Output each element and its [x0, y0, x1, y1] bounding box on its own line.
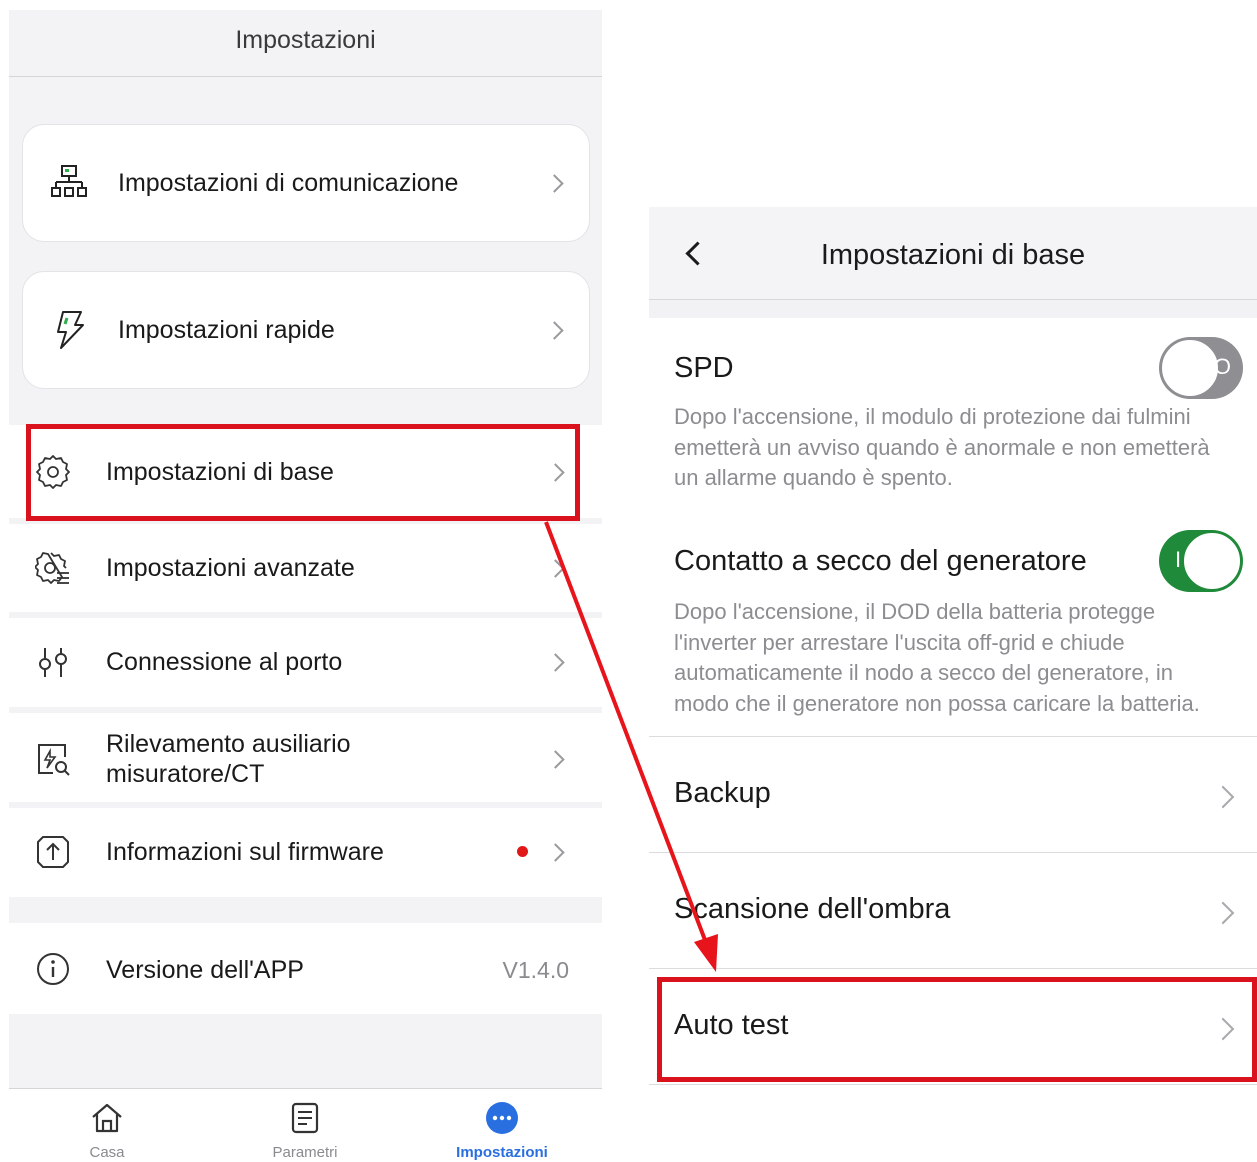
toggle-symbol: O: [1213, 354, 1231, 379]
chevron-right-icon: [546, 559, 565, 578]
toggle-knob: [1162, 340, 1218, 396]
basic-settings-row[interactable]: Impostazioni di base: [9, 425, 602, 518]
nav-bar: Impostazioni di base: [649, 207, 1257, 300]
card-label: Impostazioni rapide: [118, 316, 335, 344]
setting-title: SPD: [674, 352, 734, 384]
port-icon: [39, 648, 67, 677]
advanced-settings-row[interactable]: Impostazioni avanzate: [9, 524, 602, 612]
firmware-info-row[interactable]: Informazioni sul firmware: [9, 808, 602, 897]
spd-setting: SPD O Dopo l'accensione, il modulo di pr…: [649, 318, 1257, 512]
document-icon: [291, 1102, 319, 1134]
row-label: Backup: [674, 777, 771, 809]
chevron-right-icon: [1211, 901, 1235, 925]
tab-casa[interactable]: Casa: [32, 1089, 182, 1162]
basic-settings-screen: Impostazioni di base SPD O Dopo l'accens…: [649, 207, 1257, 1085]
app-version-row: Versione dell'APP V1.4.0: [9, 923, 602, 1014]
more-icon: [486, 1102, 518, 1134]
chevron-right-icon: [1211, 785, 1235, 809]
generator-toggle[interactable]: I: [1159, 530, 1243, 592]
page-title: Impostazioni: [235, 26, 376, 54]
chevron-right-icon: [546, 463, 565, 482]
row-label: Scansione dell'ombra: [674, 893, 951, 925]
generator-contact-setting: Contatto a secco del generatore I Dopo l…: [649, 511, 1257, 737]
page-title: Impostazioni di base: [820, 239, 1086, 271]
row-label: Impostazioni di base: [106, 458, 334, 486]
tab-parametri[interactable]: Parametri: [230, 1089, 380, 1162]
row-label: Auto test: [674, 1009, 789, 1041]
tab-label: Parametri: [272, 1144, 338, 1161]
settings-screen: Impostazioni Impostazioni di comunicazio…: [9, 10, 602, 1162]
communication-settings-card[interactable]: Impostazioni di comunicazione: [22, 124, 590, 242]
title-bar: Impostazioni: [9, 10, 602, 77]
port-connection-row[interactable]: Connessione al porto: [9, 618, 602, 707]
advanced-gear-icon: [35, 552, 69, 584]
bottom-tab-bar: Casa Parametri Impostazioni: [9, 1088, 602, 1162]
firmware-upload-icon: [37, 836, 69, 868]
row-label: Impostazioni avanzate: [106, 554, 355, 582]
spd-toggle[interactable]: O: [1159, 337, 1243, 399]
meter-search-icon: [38, 744, 70, 776]
setting-title: Contatto a secco del generatore: [674, 545, 1087, 577]
setting-description: Dopo l'accensione, il DOD della batteria…: [674, 599, 1200, 716]
setting-description: Dopo l'accensione, il modulo di protezio…: [674, 404, 1210, 490]
info-icon: [37, 953, 69, 985]
app-version-value: V1.4.0: [502, 957, 570, 983]
network-icon: [51, 165, 87, 197]
shadow-scan-row[interactable]: Scansione dell'ombra: [649, 853, 1257, 969]
tab-label: Impostazioni: [456, 1144, 548, 1161]
tab-impostazioni[interactable]: Impostazioni: [427, 1089, 577, 1162]
row-label: Connessione al porto: [106, 648, 343, 676]
notification-dot: [517, 846, 528, 857]
lightning-icon: [57, 311, 84, 349]
tab-label: Casa: [89, 1144, 125, 1161]
quick-settings-card[interactable]: Impostazioni rapide: [22, 271, 590, 389]
row-label-line-2: misuratore/CT: [106, 760, 265, 788]
chevron-right-icon: [546, 843, 565, 862]
gear-icon: [36, 455, 70, 489]
row-label: Informazioni sul firmware: [106, 838, 384, 866]
backup-row[interactable]: Backup: [649, 737, 1257, 853]
meter-detection-row[interactable]: Rilevamento ausiliario misuratore/CT: [9, 713, 602, 802]
home-icon: [92, 1103, 122, 1133]
chevron-right-icon: [1211, 1017, 1235, 1041]
toggle-knob: [1184, 533, 1240, 589]
toggle-symbol: I: [1175, 547, 1182, 572]
auto-test-row[interactable]: Auto test: [649, 969, 1257, 1085]
chevron-right-icon: [545, 174, 564, 193]
chevron-right-icon: [546, 653, 565, 672]
row-label: Versione dell'APP: [106, 956, 304, 984]
row-label-line-1: Rilevamento ausiliario: [106, 730, 351, 758]
card-label: Impostazioni di comunicazione: [118, 169, 459, 197]
chevron-right-icon: [546, 750, 565, 769]
chevron-right-icon: [545, 321, 564, 340]
